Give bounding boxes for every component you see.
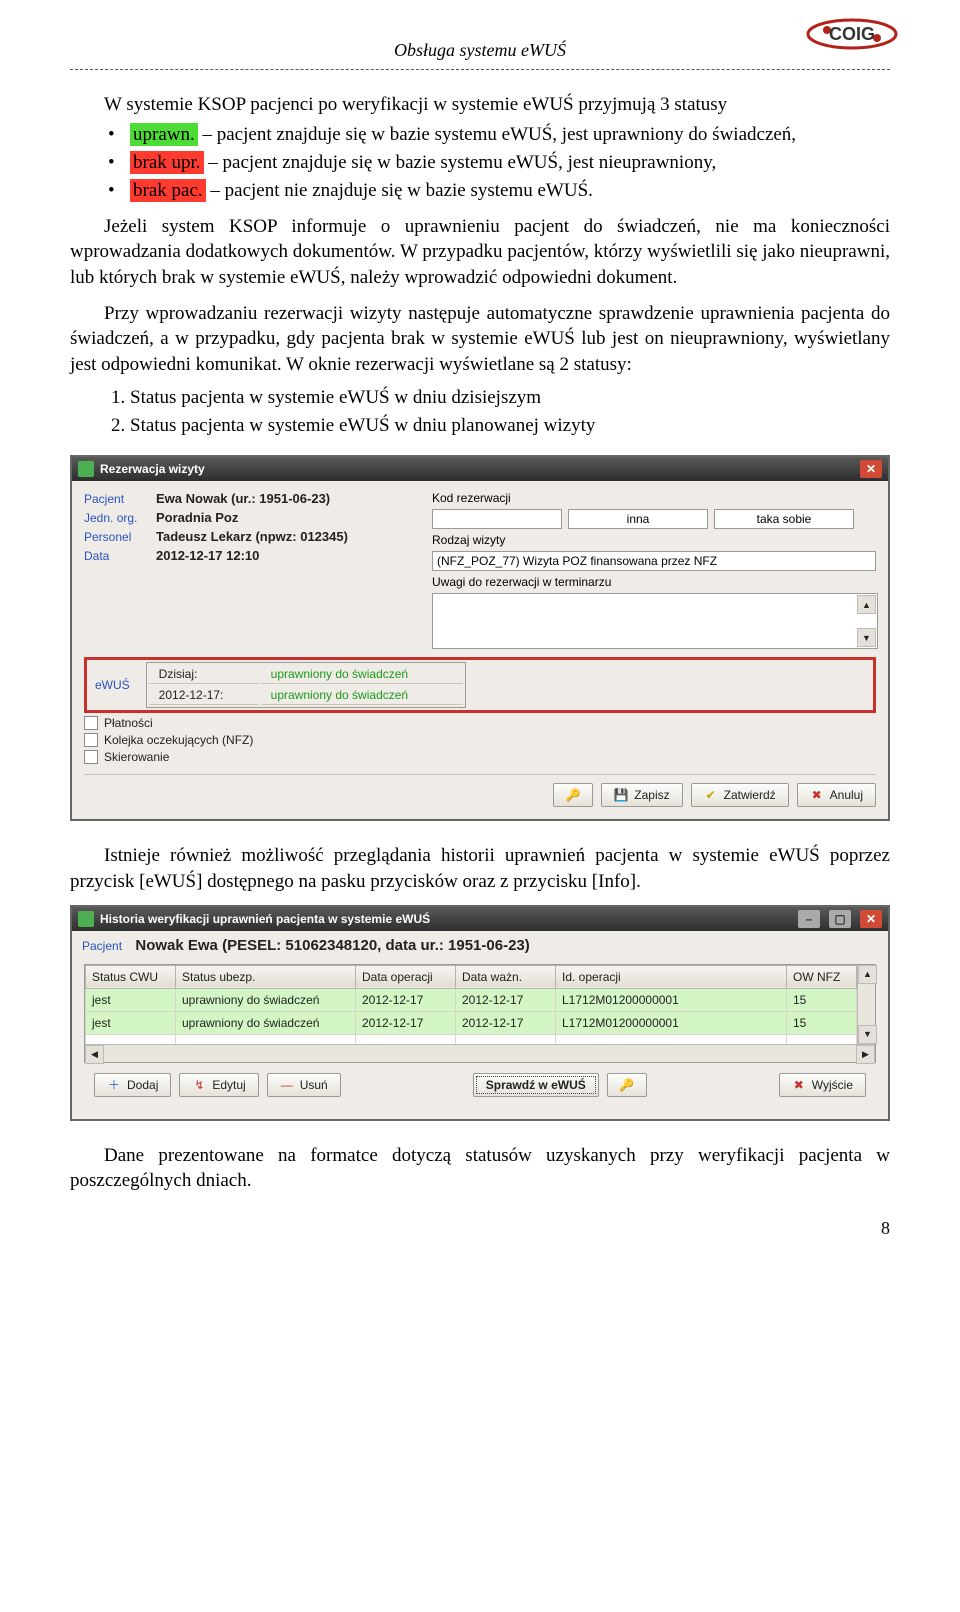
kolejka-checkbox[interactable] bbox=[84, 733, 98, 747]
value-pacjent: Ewa Nowak (ur.: 1951-06-23) bbox=[156, 491, 330, 506]
kolejka-label: Kolejka oczekujących (NFZ) bbox=[104, 733, 253, 747]
minus-icon: — bbox=[280, 1078, 294, 1092]
label-jedn: Jedn. org. bbox=[84, 511, 148, 525]
scroll-down-icon[interactable]: ▼ bbox=[857, 628, 876, 647]
ewus-today-value: uprawniony do świadczeń bbox=[261, 665, 463, 684]
key-button-2[interactable]: 🔑 bbox=[607, 1073, 647, 1097]
coig-logo: COIG bbox=[805, 10, 900, 63]
close-icon: ✖ bbox=[792, 1078, 806, 1092]
reservation-title: Rezerwacja wizyty bbox=[100, 462, 205, 476]
bullet-status-uprawn: uprawn. – pacjent znajduje się w bazie s… bbox=[130, 124, 890, 146]
label-data: Data bbox=[84, 549, 148, 563]
label-pacjent: Pacjent bbox=[84, 492, 148, 506]
taka-input[interactable] bbox=[714, 509, 854, 529]
scroll-down-icon[interactable]: ▼ bbox=[858, 1025, 877, 1044]
close-icon[interactable]: ✕ bbox=[860, 910, 882, 928]
reservation-titlebar[interactable]: Rezerwacja wizyty ✕ bbox=[72, 457, 888, 481]
zapisz-button[interactable]: 💾Zapisz bbox=[601, 783, 682, 807]
history-grid[interactable]: Status CWU Status ubezp. Data operacji D… bbox=[84, 964, 876, 1063]
numlist-item-1: Status pacjenta w systemie eWUŚ w dniu d… bbox=[130, 387, 890, 409]
history-window: Historia weryfikacji uprawnień pacjenta … bbox=[70, 905, 890, 1121]
history-title: Historia weryfikacji uprawnień pacjenta … bbox=[100, 912, 430, 926]
paragraph-3: Przy wprowadzaniu rezerwacji wizyty nast… bbox=[70, 301, 890, 378]
key-icon: 🔑 bbox=[620, 1078, 634, 1092]
ewus-date-value: uprawniony do świadczeń bbox=[261, 686, 463, 705]
sprawdz-button[interactable]: Sprawdź w eWUŚ bbox=[473, 1073, 599, 1097]
page-header-title: Obsługa systemu eWUŚ bbox=[394, 40, 566, 60]
paragraph-5: Dane prezentowane na formatce dotyczą st… bbox=[70, 1143, 890, 1194]
close-icon[interactable]: ✕ bbox=[860, 460, 882, 478]
inna-input[interactable] bbox=[568, 509, 708, 529]
label-kod-rezerwacji: Kod rezerwacji bbox=[432, 491, 562, 505]
scroll-left-icon[interactable]: ◀ bbox=[85, 1045, 104, 1064]
check-icon: ✔ bbox=[704, 788, 718, 802]
col-status-cwu[interactable]: Status CWU bbox=[86, 965, 176, 988]
anuluj-button[interactable]: ✖Anuluj bbox=[797, 783, 876, 807]
plus-icon: ＋ bbox=[107, 1078, 121, 1092]
intro-paragraph: W systemie KSOP pacjenci po weryfikacji … bbox=[70, 92, 890, 118]
bullet-status-brak-pac: brak pac. – pacjent nie znajduje się w b… bbox=[130, 180, 890, 202]
window-icon bbox=[78, 911, 94, 927]
maximize-icon[interactable]: ▢ bbox=[829, 910, 851, 928]
paragraph-4: Istnieje również możliwość przeglądania … bbox=[70, 843, 890, 894]
label-personel: Personel bbox=[84, 530, 148, 544]
ewus-label: eWUŚ bbox=[89, 674, 136, 696]
key-icon: 🔑 bbox=[566, 788, 580, 802]
kod-input[interactable] bbox=[432, 509, 562, 529]
ewus-date-label: 2012-12-17: bbox=[149, 686, 259, 705]
uwagi-textarea[interactable]: ▲ ▼ bbox=[432, 593, 878, 649]
window-icon bbox=[78, 461, 94, 477]
value-jedn: Poradnia Poz bbox=[156, 510, 238, 525]
col-data-wazn[interactable]: Data ważn. bbox=[456, 965, 556, 988]
label-uwagi: Uwagi do rezerwacji w terminarzu bbox=[432, 575, 611, 589]
numlist-item-2: Status pacjenta w systemie eWUŚ w dniu p… bbox=[130, 415, 890, 437]
minimize-icon[interactable]: – bbox=[798, 910, 820, 928]
edytuj-button[interactable]: ↯Edytuj bbox=[179, 1073, 258, 1097]
svg-text:COIG: COIG bbox=[829, 24, 875, 44]
dodaj-button[interactable]: ＋Dodaj bbox=[94, 1073, 171, 1097]
platnosci-checkbox[interactable] bbox=[84, 716, 98, 730]
ewus-today-label: Dzisiaj: bbox=[149, 665, 259, 684]
value-personel: Tadeusz Lekarz (npwz: 012345) bbox=[156, 529, 348, 544]
value-data: 2012-12-17 12:10 bbox=[156, 548, 259, 563]
platnosci-label: Płatności bbox=[104, 716, 153, 730]
col-ow-nfz[interactable]: OW NFZ bbox=[787, 965, 857, 988]
scroll-right-icon[interactable]: ▶ bbox=[856, 1045, 875, 1064]
rodzaj-input[interactable] bbox=[432, 551, 876, 571]
col-status-ubezp[interactable]: Status ubezp. bbox=[176, 965, 356, 988]
history-pacjent-label: Pacjent bbox=[82, 939, 122, 953]
zatwierdz-button[interactable]: ✔Zatwierdź bbox=[691, 783, 789, 807]
page-number: 8 bbox=[70, 1218, 890, 1239]
ewus-highlight-box: eWUŚ Dzisiaj:uprawniony do świadczeń 201… bbox=[84, 657, 876, 713]
col-data-operacji[interactable]: Data operacji bbox=[356, 965, 456, 988]
reservation-window: Rezerwacja wizyty ✕ Pacjent Ewa Nowak (ur… bbox=[70, 455, 890, 821]
grid-vscrollbar[interactable]: ▲ ▼ bbox=[857, 965, 875, 1044]
edit-icon: ↯ bbox=[192, 1078, 206, 1092]
header-divider bbox=[70, 69, 890, 70]
col-id-operacji[interactable]: Id. operacji bbox=[556, 965, 787, 988]
save-icon: 💾 bbox=[614, 788, 628, 802]
grid-hscrollbar[interactable]: ◀ ▶ bbox=[85, 1044, 875, 1062]
history-titlebar[interactable]: Historia weryfikacji uprawnień pacjenta … bbox=[72, 907, 888, 931]
paragraph-2: Jeżeli system KSOP informuje o uprawnien… bbox=[70, 214, 890, 291]
label-rodzaj: Rodzaj wizyty bbox=[432, 533, 562, 547]
table-row[interactable]: jestuprawniony do świadczeń2012-12-17201… bbox=[86, 988, 857, 1011]
skierowanie-checkbox[interactable] bbox=[84, 750, 98, 764]
usun-button[interactable]: —Usuń bbox=[267, 1073, 341, 1097]
history-pacjent-value: Nowak Ewa (PESEL: 51062348120, data ur.:… bbox=[135, 937, 529, 954]
cancel-icon: ✖ bbox=[810, 788, 824, 802]
bullet-status-brak-upr: brak upr. – pacjent znajduje się w bazie… bbox=[130, 152, 890, 174]
scroll-up-icon[interactable]: ▲ bbox=[857, 595, 876, 614]
table-row[interactable]: jestuprawniony do świadczeń2012-12-17201… bbox=[86, 1011, 857, 1034]
skierowanie-label: Skierowanie bbox=[104, 750, 169, 764]
key-button[interactable]: 🔑 bbox=[553, 783, 593, 807]
scroll-up-icon[interactable]: ▲ bbox=[858, 965, 877, 984]
wyjscie-button[interactable]: ✖Wyjście bbox=[779, 1073, 866, 1097]
